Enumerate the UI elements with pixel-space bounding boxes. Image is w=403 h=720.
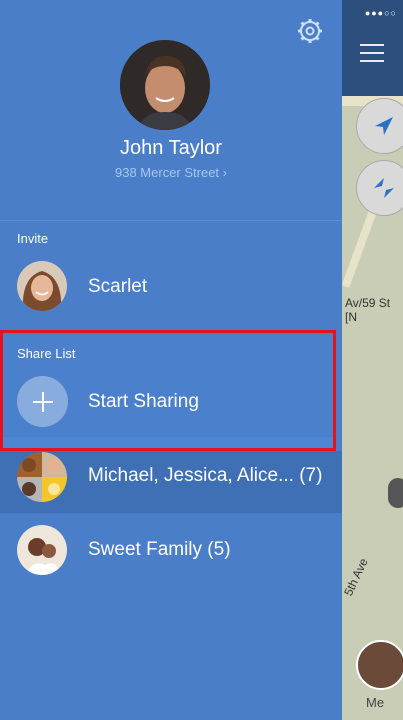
side-drawer: John Taylor 938 Mercer Street › Invite S… <box>0 0 342 720</box>
navigation-arrow-button[interactable] <box>356 98 403 154</box>
me-avatar[interactable] <box>356 640 403 690</box>
group-label-sweet-family[interactable]: Sweet Family (5) <box>88 539 231 561</box>
invite-contact-scarlet[interactable]: Scarlet <box>88 276 147 298</box>
group-label-michael: Michael, Jessica, Alice... (7) <box>88 465 323 486</box>
me-label: Me <box>366 695 385 710</box>
street-label: 5th Ave <box>342 555 371 599</box>
profile-address-link[interactable]: 938 Mercer Street › <box>0 165 342 180</box>
map-view[interactable]: ●●●○○ Av/59 St [N 5th Ave Me <box>342 0 403 720</box>
invite-section-label: Invite <box>17 231 49 246</box>
group-avatar-sweet-family[interactable] <box>17 525 67 575</box>
profile-name: John Taylor <box>120 137 222 159</box>
section-divider <box>0 220 342 221</box>
street-label: Av/59 St [N <box>345 296 391 324</box>
profile-avatar[interactable] <box>120 40 210 130</box>
scarlet-avatar[interactable] <box>17 261 67 311</box>
share-list-highlight-frame <box>0 330 336 451</box>
gear-icon[interactable] <box>296 17 324 45</box>
compass-button[interactable] <box>356 160 403 216</box>
hamburger-icon[interactable] <box>360 44 384 62</box>
group-avatar-michael[interactable] <box>17 452 67 502</box>
navigation-arrow-icon <box>375 117 393 135</box>
compass-arrows-icon <box>374 178 394 198</box>
map-drag-handle[interactable] <box>388 478 403 508</box>
status-bar-signal: ●●●○○ <box>364 8 397 18</box>
